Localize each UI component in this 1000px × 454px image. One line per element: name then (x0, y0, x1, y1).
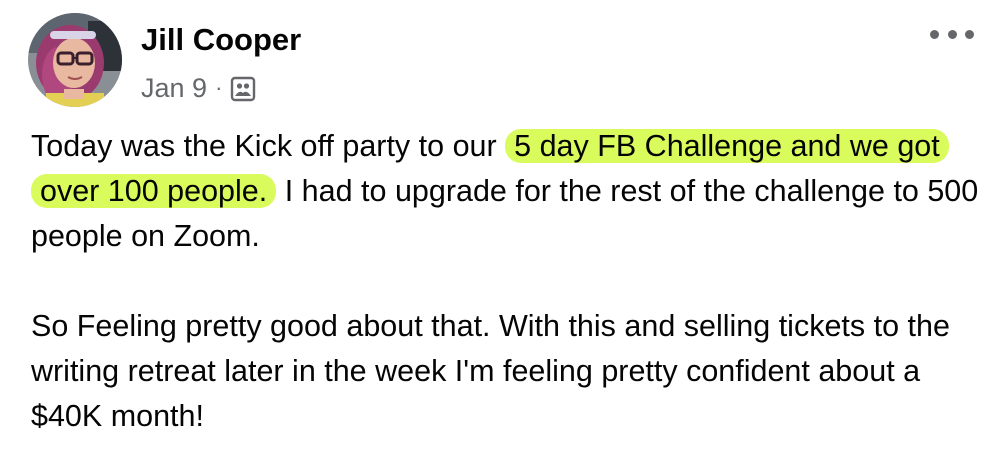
post-paragraph: Today was the Kick off party to our 5 da… (31, 124, 986, 259)
post-text: Today was the Kick off party to our 5 da… (31, 124, 986, 439)
post-paragraph: So Feeling pretty good about that. With … (31, 309, 950, 433)
more-options-icon (930, 29, 939, 39)
post-date[interactable]: Jan 9 (141, 73, 207, 104)
more-options-icon (947, 29, 957, 39)
more-options-icon (965, 29, 974, 39)
meta-separator: · (215, 75, 223, 100)
author-name[interactable]: Jill Cooper (141, 20, 301, 60)
more-options-button[interactable] (930, 20, 974, 48)
post-card: Jill Cooper Jan 9 · Today was the Kick o… (0, 0, 1000, 454)
author-avatar[interactable] (28, 13, 122, 107)
post-meta: Jan 9 · (141, 70, 256, 106)
profile-photo-icon (28, 13, 122, 107)
post-text-segment: Today was the Kick off party to our (31, 129, 497, 163)
group-members-icon[interactable] (230, 76, 256, 102)
